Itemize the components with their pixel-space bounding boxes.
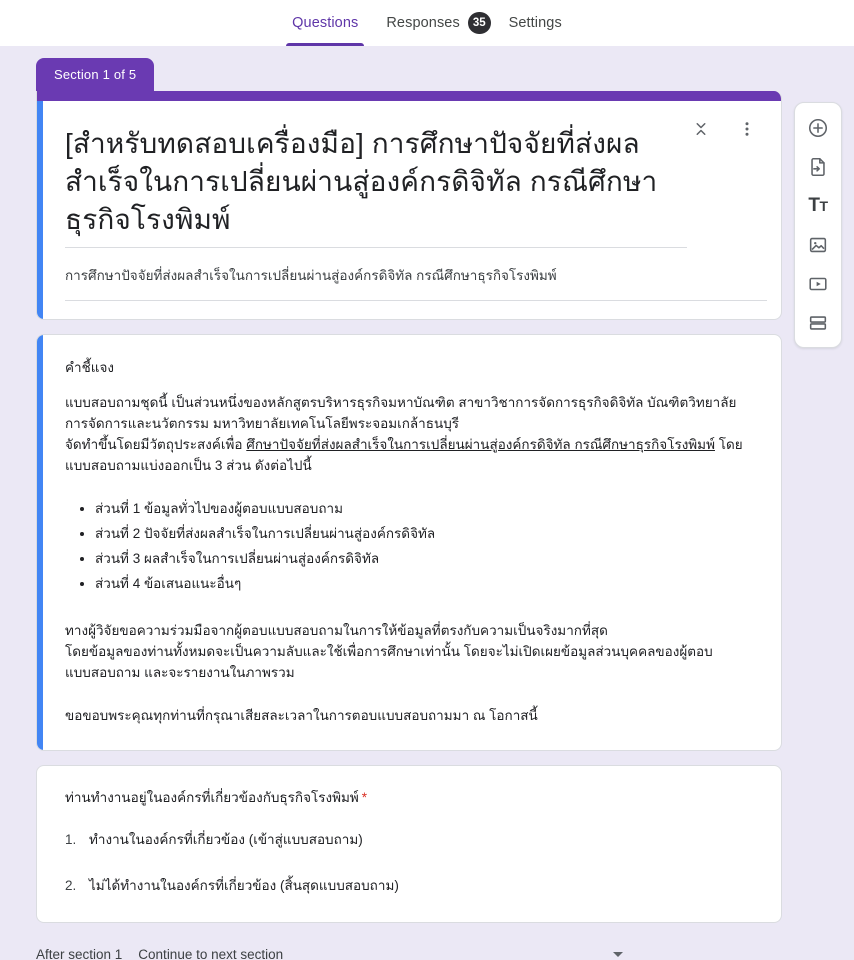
editor-toolbar: TT bbox=[794, 102, 842, 348]
description-paragraph-5: ขอขอบพระคุณทุกท่านที่กรุณาเสียสละเวลาในก… bbox=[65, 708, 538, 723]
add-title-and-description-icon[interactable]: TT bbox=[798, 189, 838, 222]
add-image-icon[interactable] bbox=[798, 228, 838, 261]
section-navigation-footer: After section 1 Continue to next section bbox=[36, 937, 782, 960]
description-card-accent-bar bbox=[37, 335, 43, 750]
card-accent-bar bbox=[37, 101, 43, 319]
question-card[interactable]: ท่านทำงานอยู่ในองค์กรที่เกี่ยวข้องกับธุร… bbox=[36, 765, 782, 923]
next-section-selected-value: Continue to next section bbox=[138, 946, 284, 960]
description-card-body: คำชี้แจง แบบสอบถามชุดนี้ เป็นส่วนหนึ่งขอ… bbox=[37, 335, 781, 750]
option-label: ไม่ได้ทำงานในองค์กรที่เกี่ยวข้อง (สิ้นสุ… bbox=[89, 878, 399, 893]
description-paragraph-4: โดยข้อมูลของท่านทั้งหมดจะเป็นความลับและใ… bbox=[65, 644, 713, 680]
more-vert-icon[interactable] bbox=[735, 117, 759, 141]
description-paragraph-2-prefix: จัดทำขึ้นโดยมีวัตถุประสงค์เพื่อ bbox=[65, 437, 247, 452]
import-questions-icon[interactable] bbox=[798, 150, 838, 183]
description-text-block: คำชี้แจง แบบสอบถามชุดนี้ เป็นส่วนหนึ่งขอ… bbox=[65, 357, 755, 726]
form-canvas: Section 1 of 5 [สำหรับทดสอบเครื่องมือ] ก… bbox=[0, 46, 854, 960]
tab-questions-label: Questions bbox=[292, 15, 359, 31]
title-card-actions bbox=[689, 117, 759, 141]
tab-settings[interactable]: Settings bbox=[495, 0, 576, 46]
list-item: ส่วนที่ 1 ข้อมูลทั่วไปของผู้ตอบแบบสอบถาม bbox=[95, 498, 755, 520]
section-indicator-chip: Section 1 of 5 bbox=[36, 58, 155, 91]
list-item[interactable]: 2. ไม่ได้ทำงานในองค์กรที่เกี่ยวข้อง (สิ้… bbox=[65, 876, 755, 896]
tab-list: Questions Responses 35 Settings bbox=[278, 0, 576, 46]
required-asterisk: * bbox=[361, 790, 368, 805]
description-paragraph-2-underlined: ศึกษาปัจจัยที่ส่งผลสำเร็จในการเปลี่ยนผ่า… bbox=[246, 437, 715, 452]
form-title[interactable]: [สำหรับทดสอบเครื่องมือ] การศึกษาปัจจัยที… bbox=[65, 125, 755, 239]
collapse-section-icon[interactable] bbox=[689, 117, 713, 141]
description-card[interactable]: คำชี้แจง แบบสอบถามชุดนี้ เป็นส่วนหนึ่งขอ… bbox=[36, 334, 782, 751]
tab-questions[interactable]: Questions bbox=[278, 0, 372, 46]
option-number: 1. bbox=[65, 832, 77, 847]
tt-glyph: TT bbox=[808, 195, 828, 216]
description-paragraph-2: จัดทำขึ้นโดยมีวัตถุประสงค์เพื่อ ศึกษาปัจ… bbox=[65, 434, 755, 476]
question-options: 1. ทำงานในองค์กรที่เกี่ยวข้อง (เข้าสู่แบ… bbox=[65, 830, 755, 896]
next-section-select[interactable]: Continue to next section bbox=[138, 946, 624, 960]
question-title-text: ท่านทำงานอยู่ในองค์กรที่เกี่ยวข้องกับธุร… bbox=[65, 790, 359, 805]
description-heading: คำชี้แจง bbox=[65, 360, 114, 375]
option-number: 2. bbox=[65, 878, 77, 893]
title-card-body: [สำหรับทดสอบเครื่องมือ] การศึกษาปัจจัยที… bbox=[37, 101, 781, 319]
after-section-label: After section 1 bbox=[36, 946, 123, 960]
tab-settings-label: Settings bbox=[508, 15, 562, 31]
question-title[interactable]: ท่านทำงานอยู่ในองค์กรที่เกี่ยวข้องกับธุร… bbox=[65, 788, 755, 808]
form-description-underline bbox=[65, 300, 767, 301]
add-section-icon[interactable] bbox=[798, 306, 838, 339]
list-item: ส่วนที่ 2 ปัจจัยที่ส่งผลสำเร็จในการเปลี่… bbox=[95, 523, 755, 545]
card-top-stripe bbox=[37, 91, 781, 101]
form-column: Section 1 of 5 [สำหรับทดสอบเครื่องมือ] ก… bbox=[36, 46, 782, 960]
form-title-card[interactable]: [สำหรับทดสอบเครื่องมือ] การศึกษาปัจจัยที… bbox=[36, 91, 782, 320]
add-video-icon[interactable] bbox=[798, 267, 838, 300]
description-bullet-list: ส่วนที่ 1 ข้อมูลทั่วไปของผู้ตอบแบบสอบถาม… bbox=[65, 498, 755, 595]
chevron-down-icon bbox=[613, 951, 624, 957]
top-tab-bar: Questions Responses 35 Settings bbox=[0, 0, 854, 46]
description-paragraph-3: ทางผู้วิจัยขอความร่วมมือจากผู้ตอบแบบสอบถ… bbox=[65, 623, 608, 638]
form-title-underline bbox=[65, 247, 687, 248]
description-paragraph-1: แบบสอบถามชุดนี้ เป็นส่วนหนึ่งของหลักสูตร… bbox=[65, 395, 737, 431]
form-description[interactable]: การศึกษาปัจจัยที่ส่งผลสำเร็จในการเปลี่ยน… bbox=[65, 266, 755, 286]
tab-responses-label: Responses bbox=[386, 15, 460, 31]
list-item: ส่วนที่ 3 ผลสำเร็จในการเปลี่ยนผ่านสู่องค… bbox=[95, 548, 755, 570]
option-label: ทำงานในองค์กรที่เกี่ยวข้อง (เข้าสู่แบบสอ… bbox=[89, 832, 363, 847]
question-card-body: ท่านทำงานอยู่ในองค์กรที่เกี่ยวข้องกับธุร… bbox=[37, 766, 781, 922]
list-item: ส่วนที่ 4 ข้อเสนอแนะอื่นๆ bbox=[95, 573, 755, 595]
list-item[interactable]: 1. ทำงานในองค์กรที่เกี่ยวข้อง (เข้าสู่แบ… bbox=[65, 830, 755, 850]
add-question-icon[interactable] bbox=[798, 111, 838, 144]
tab-responses[interactable]: Responses bbox=[372, 0, 473, 46]
